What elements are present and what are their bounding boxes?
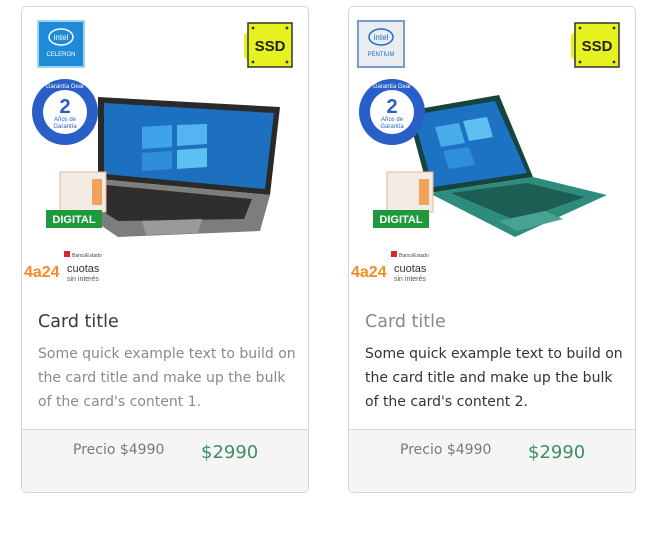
ssd-badge: SSD <box>571 22 620 68</box>
svg-text:Años de: Años de <box>381 117 404 123</box>
svg-text:SSD: SSD <box>255 38 286 55</box>
warranty-seal: Garantía Gear 2 Años de Garantía <box>359 79 425 145</box>
laptop-image <box>407 95 607 237</box>
new-price: $2990 <box>528 442 586 463</box>
installments-banner: BancoEstado 4a24 cuotas sin interés <box>24 251 102 283</box>
new-price: $2990 <box>201 442 259 463</box>
intel-celeron-badge: intel CELERON <box>37 20 85 68</box>
old-price: Precio $4990 <box>400 442 492 458</box>
card-footer: Precio $4990 $2990 <box>349 429 635 492</box>
intel-pentium-badge: intel PENTIUM <box>357 20 405 68</box>
card-title: Card title <box>38 312 119 332</box>
svg-text:cuotas: cuotas <box>67 263 100 275</box>
card-body: Card title Some quick example text to bu… <box>38 310 296 414</box>
svg-text:4a24: 4a24 <box>351 264 387 281</box>
digital-label: DIGITAL <box>46 210 102 228</box>
product-image[interactable]: intel PENTIUM SSD Garantía Gear 2 Años d… <box>349 7 635 293</box>
svg-text:sin interés: sin interés <box>394 276 426 283</box>
svg-text:PENTIUM: PENTIUM <box>368 52 395 58</box>
office-box <box>386 171 434 213</box>
svg-text:2: 2 <box>386 96 397 118</box>
svg-text:Garantía Gear: Garantía Gear <box>373 84 411 90</box>
ssd-badge: SSD <box>244 22 293 68</box>
svg-text:DIGITAL: DIGITAL <box>52 214 95 226</box>
product-card-1[interactable]: intel CELERON SSD Garantía Gear 2 Años d… <box>21 6 309 493</box>
warranty-seal: Garantía Gear 2 Años de Garantía <box>32 79 98 145</box>
digital-label: DIGITAL <box>373 210 429 228</box>
svg-text:Años de: Años de <box>54 117 77 123</box>
svg-text:Garantía: Garantía <box>53 124 77 130</box>
card-text: Some quick example text to build on the … <box>365 346 623 410</box>
svg-text:2: 2 <box>59 96 70 118</box>
svg-text:Garantía: Garantía <box>380 124 404 130</box>
svg-text:4a24: 4a24 <box>24 264 60 281</box>
svg-text:DIGITAL: DIGITAL <box>379 214 422 226</box>
svg-text:sin interés: sin interés <box>67 276 99 283</box>
card-title: Card title <box>365 312 446 332</box>
svg-text:CELERON: CELERON <box>46 52 75 58</box>
product-image[interactable]: intel CELERON SSD Garantía Gear 2 Años d… <box>22 7 308 293</box>
svg-text:intel: intel <box>374 33 389 42</box>
old-price: Precio $4990 <box>73 442 165 458</box>
svg-text:BancoEstado: BancoEstado <box>72 253 102 259</box>
svg-text:cuotas: cuotas <box>394 263 427 275</box>
card-footer: Precio $4990 $2990 <box>22 429 308 492</box>
svg-text:intel: intel <box>54 33 69 42</box>
product-card-2[interactable]: intel PENTIUM SSD Garantía Gear 2 Años d… <box>348 6 636 493</box>
office-box <box>59 171 107 213</box>
svg-text:BancoEstado: BancoEstado <box>399 253 429 259</box>
installments-banner: BancoEstado 4a24 cuotas sin interés <box>351 251 429 283</box>
card-text: Some quick example text to build on the … <box>38 346 296 410</box>
svg-text:Garantía Gear: Garantía Gear <box>46 84 84 90</box>
svg-text:SSD: SSD <box>582 38 613 55</box>
card-body: Card title Some quick example text to bu… <box>365 310 623 414</box>
